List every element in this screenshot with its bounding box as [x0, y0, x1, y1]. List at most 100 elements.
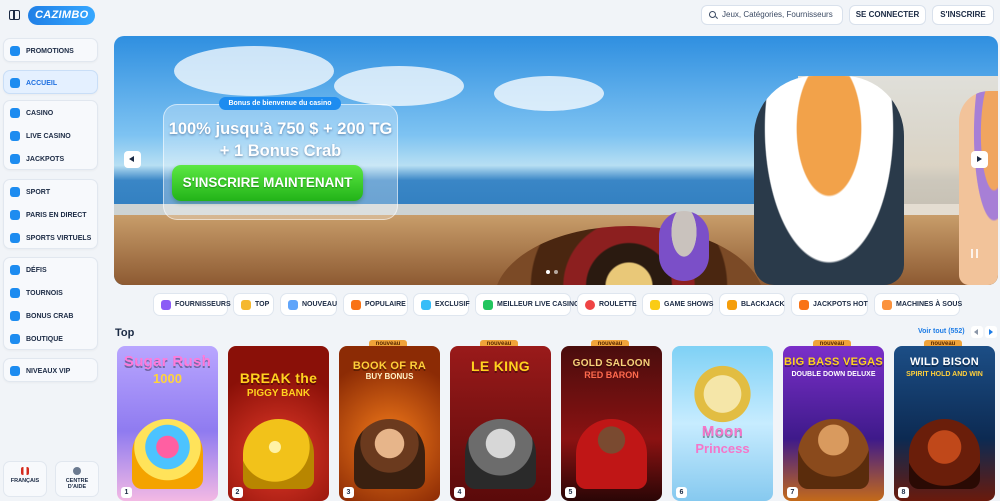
mouse-mascot-art — [659, 211, 709, 281]
sidebar-toggle-icon[interactable] — [9, 10, 20, 20]
game-card-moon-princess[interactable]: Moon Princess 6 — [672, 346, 773, 501]
sidebar-item-sport[interactable]: SPORT — [10, 185, 50, 199]
ball-icon — [10, 187, 20, 197]
help-label-line2: D'AIDE — [67, 484, 87, 490]
search-input[interactable]: Jeux, Catégories, Fournisseurs — [701, 5, 843, 25]
language-selector[interactable]: FRANÇAIS — [3, 461, 47, 497]
game-rank: 8 — [898, 487, 909, 498]
game-rank: 6 — [676, 487, 687, 498]
home-icon — [10, 78, 20, 88]
search-placeholder: Jeux, Catégories, Fournisseurs — [722, 10, 833, 19]
hot-flame-icon — [799, 300, 809, 310]
sidebar-item-paris-en-direct[interactable]: PARIS EN DIRECT — [10, 208, 87, 222]
jackpot-icon — [10, 154, 20, 164]
sidebar-item-label: ACCUEIL — [26, 79, 58, 87]
game-card-sugar-rush[interactable]: Sugar Rush 1000 1 — [117, 346, 218, 501]
sidebar-item-boutique[interactable]: BOUTIQUE — [10, 332, 63, 346]
medal-icon — [10, 265, 20, 275]
dealer-art — [576, 419, 647, 489]
help-center-button[interactable]: CENTRE D'AIDE — [55, 461, 99, 497]
category-chip-roulette[interactable]: ROULETTE — [577, 293, 637, 316]
sidebar-group-promotions: PROMOTIONS — [3, 38, 98, 62]
candy-machine-art — [132, 419, 203, 489]
sidebar-item-promotions[interactable]: PROMOTIONS — [10, 44, 74, 58]
chip-label: ROULETTE — [599, 301, 637, 308]
sidebar-item-bonus-crab[interactable]: BONUS CRAB — [10, 309, 73, 323]
search-icon — [709, 11, 716, 18]
category-chip-fournisseurs[interactable]: FOURNISSEURS — [153, 293, 231, 316]
see-all-link[interactable]: Voir tout (552) — [918, 328, 965, 335]
sidebar-item-jackpots[interactable]: JACKPOTS — [10, 152, 64, 166]
promo-tag: Bonus de bienvenue du casino — [219, 97, 341, 110]
pagination-dot[interactable] — [546, 270, 550, 274]
cat-mascot-art — [754, 76, 904, 285]
explorer-art — [354, 419, 425, 489]
category-chip-nouveau[interactable]: NOUVEAU — [280, 293, 337, 316]
banner-prev-arrow-icon[interactable] — [124, 151, 141, 168]
sidebar-item-label: SPORTS VIRTUELS — [26, 234, 92, 242]
banner-pagination — [546, 270, 562, 274]
category-chip-jackpots-hot[interactable]: JACKPOTS HOT — [791, 293, 868, 316]
login-button[interactable]: SE CONNECTER — [849, 5, 926, 25]
game-rank: 1 — [121, 487, 132, 498]
pause-icon[interactable] — [971, 249, 978, 258]
sidebar: PROMOTIONS ACCUEIL CASINO LIVE CASINO JA… — [0, 34, 104, 501]
section-title-top: Top — [115, 327, 135, 339]
carousel-prev-icon[interactable] — [971, 326, 983, 338]
category-chip-exclusif[interactable]: EXCLUSIF — [413, 293, 470, 316]
sidebar-item-niveaux-vip[interactable]: NIVEAUX VIP — [10, 364, 70, 378]
hero-banner[interactable]: Bonus de bienvenue du casino 100% jusqu'… — [114, 36, 998, 285]
game-card-wild-bison-spirit[interactable]: WILD BISON SPIRIT HOLD AND WIN 8 — [894, 346, 995, 501]
golden-piggy-art — [243, 419, 314, 489]
category-chip-game-shows[interactable]: GAME SHOWS — [642, 293, 713, 316]
game-rank: 4 — [454, 487, 465, 498]
sidebar-item-live-casino[interactable]: LIVE CASINO — [10, 129, 71, 143]
game-card-big-bass-vegas[interactable]: BIG BASS VEGAS DOUBLE DOWN DELUXE 7 — [783, 346, 884, 501]
game-rank: 2 — [232, 487, 243, 498]
sidebar-item-label: PROMOTIONS — [26, 47, 74, 55]
cards-icon — [727, 300, 737, 310]
promo-title: 100% jusqu'à 750 $ + 200 TG + 1 Bonus Cr… — [163, 118, 398, 162]
chip-label: JACKPOTS HOT — [813, 301, 868, 308]
language-label: FRANÇAIS — [10, 478, 40, 484]
gem-icon — [421, 300, 431, 310]
game-card-gold-saloon-red-baron[interactable]: GOLD SALOON RED BARON 5 — [561, 346, 662, 501]
cloud-decoration — [174, 46, 334, 96]
sidebar-item-label: BOUTIQUE — [26, 335, 63, 343]
game-card-break-the-piggy-bank[interactable]: BREAK the PIGGY BANK 2 — [228, 346, 329, 501]
category-chip-populaire[interactable]: POPULAIRE — [343, 293, 408, 316]
category-chip-top[interactable]: TOP — [233, 293, 274, 316]
category-chip-meilleur-live-casino[interactable]: MEILLEUR LIVE CASINO — [475, 293, 579, 316]
chip-label: MACHINES À SOUS — [896, 301, 963, 308]
sidebar-item-label: LIVE CASINO — [26, 132, 71, 140]
category-chip-machines-a-sous[interactable]: MACHINES À SOUS — [874, 293, 963, 316]
carousel-next-icon[interactable] — [985, 326, 997, 338]
game-title: BIG BASS VEGAS — [784, 356, 883, 368]
sidebar-item-accueil[interactable]: ACCUEIL — [10, 76, 57, 90]
game-subtitle: BUY BONUS — [365, 372, 414, 381]
sidebar-item-defis[interactable]: DÉFIS — [10, 263, 47, 277]
providers-icon — [161, 300, 171, 310]
canada-flag-icon — [21, 467, 29, 475]
sidebar-item-casino[interactable]: CASINO — [10, 106, 53, 120]
signup-now-button[interactable]: S'INSCRIRE MAINTENANT — [172, 165, 363, 201]
chip-label: BLACKJACK — [741, 301, 785, 308]
site-logo[interactable]: CAZIMBO — [28, 6, 96, 25]
pagination-dot[interactable] — [554, 270, 558, 274]
signup-button[interactable]: S'INSCRIRE — [932, 5, 994, 25]
game-card-le-king[interactable]: LE KING 4 — [450, 346, 551, 501]
promo-title-line2: + 1 Bonus Crab — [219, 142, 342, 160]
game-subtitle: SPIRIT HOLD AND WIN — [906, 371, 983, 378]
chip-label: MEILLEUR LIVE CASINO — [497, 301, 580, 308]
chip-label: GAME SHOWS — [664, 301, 714, 308]
flame-icon — [351, 300, 361, 310]
crab-icon — [10, 311, 20, 321]
sidebar-item-tournois[interactable]: TOURNOIS — [10, 286, 63, 300]
category-chip-blackjack[interactable]: BLACKJACK — [719, 293, 785, 316]
banner-next-arrow-icon[interactable] — [971, 151, 988, 168]
sidebar-item-label: TOURNOIS — [26, 289, 63, 297]
sidebar-item-sports-virtuels[interactable]: SPORTS VIRTUELS — [10, 231, 91, 245]
game-subtitle: Princess — [695, 441, 750, 456]
game-card-book-of-ra[interactable]: BOOK OF RA BUY BONUS 3 — [339, 346, 440, 501]
sidebar-item-label: PARIS EN DIRECT — [26, 211, 87, 219]
